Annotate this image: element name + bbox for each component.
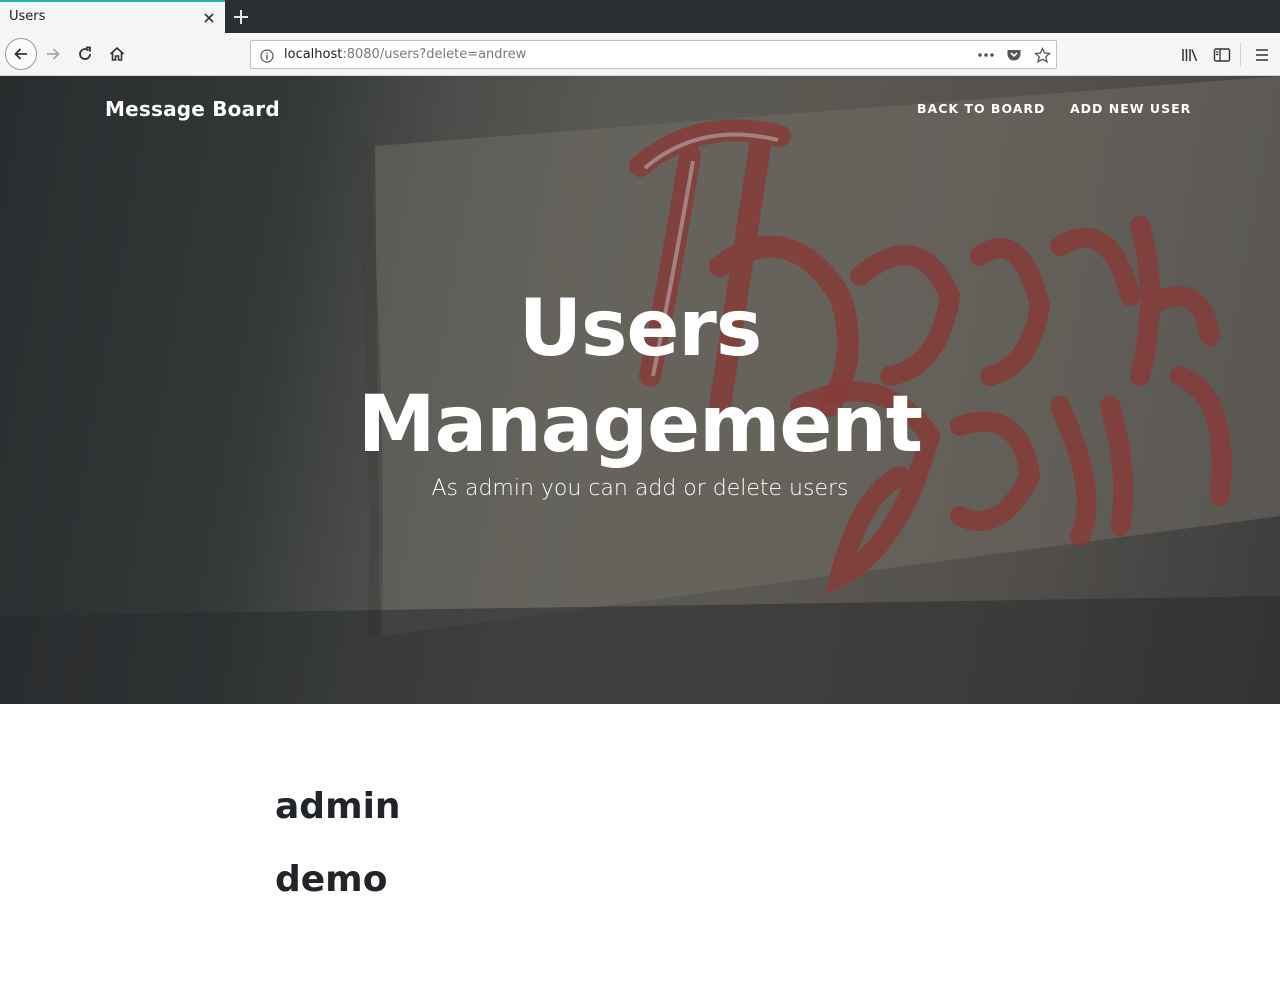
browser-tab-bar: Users [0,0,1280,33]
star-icon[interactable] [1033,46,1051,63]
url-bar[interactable]: localhost:8080/users?delete=andrew [250,40,1057,69]
home-icon[interactable] [101,38,133,70]
user-item-admin[interactable]: admin [275,786,401,859]
url-text: localhost:8080/users?delete=andrew [284,47,526,62]
pocket-icon[interactable] [1005,47,1023,63]
url-path: :8080/users?delete=andrew [342,47,527,62]
hamburger-icon[interactable] [1252,45,1272,65]
ellipsis-icon[interactable] [977,47,995,63]
page-title-line-2: Management [357,380,923,470]
tab-title: Users [9,9,46,24]
arrow-right-icon[interactable] [37,38,69,70]
toolbar-divider [1240,43,1241,67]
page-title: Users Management [0,281,1280,473]
url-host: localhost [284,47,343,62]
page-subtitle: As admin you can add or delete users [431,476,849,501]
nav-link-add-new-user[interactable]: ADD NEW USER [1070,101,1191,116]
reload-icon[interactable] [69,38,101,70]
library-icon[interactable] [1180,45,1200,65]
user-item-demo[interactable]: demo [275,859,401,932]
arrow-left-icon[interactable] [5,38,37,70]
hero-header: Message Board BACK TO BOARD ADD NEW USER… [0,76,1280,704]
nav-link-back-to-board[interactable]: BACK TO BOARD [917,101,1045,116]
user-list: admin demo [275,786,401,932]
page-title-line-1: Users [518,284,763,374]
info-icon[interactable] [260,48,274,63]
plus-icon[interactable] [230,6,252,28]
browser-tab[interactable]: Users [0,0,225,33]
sidebar-icon[interactable] [1212,45,1232,65]
brand-link[interactable]: Message Board [105,97,280,121]
browser-toolbar: localhost:8080/users?delete=andrew [0,33,1280,76]
close-icon[interactable] [202,10,216,24]
